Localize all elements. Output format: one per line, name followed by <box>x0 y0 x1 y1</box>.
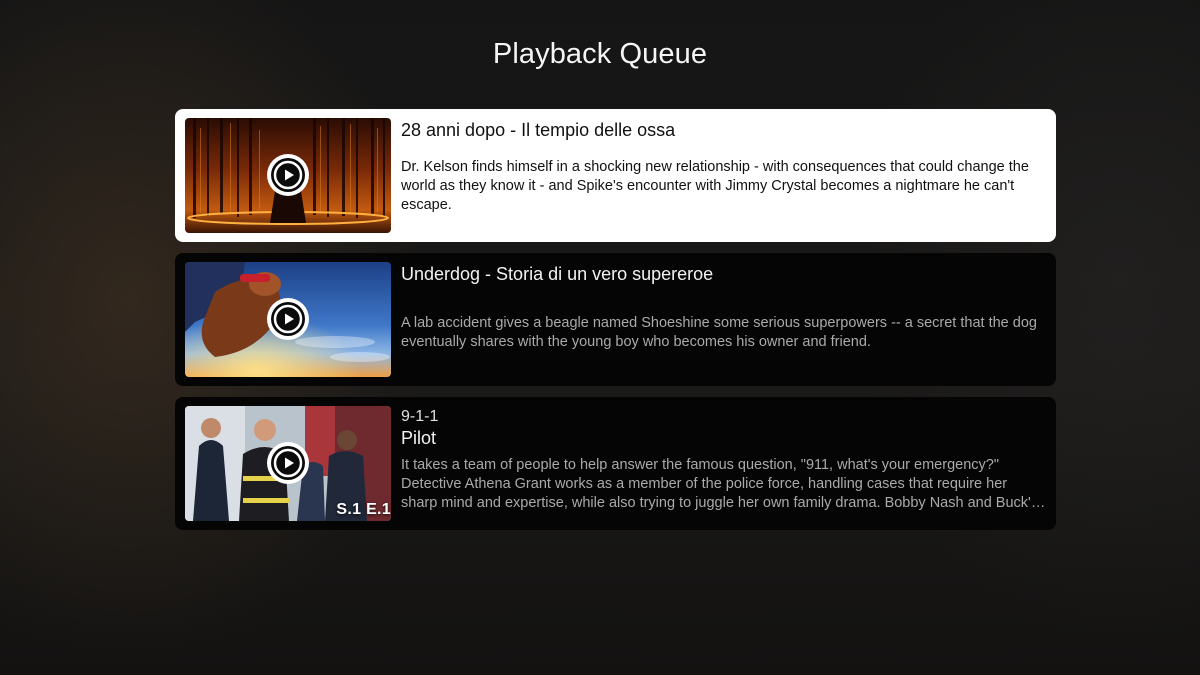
queue-item-underdog[interactable]: Underdog - Storia di un vero supereroe A… <box>175 253 1056 386</box>
item-description: Dr. Kelson finds himself in a shocking n… <box>401 159 1029 213</box>
playback-queue-list: 28 anni dopo - Il tempio delle ossa Dr. … <box>175 109 1056 541</box>
item-description: It takes a team of people to help answer… <box>401 457 1039 511</box>
queue-item-9-1-1-pilot[interactable]: S.1 E.1 9-1-1 Pilot It takes a team of p… <box>175 397 1056 530</box>
item-info: Underdog - Storia di un vero supereroe A… <box>401 263 1047 352</box>
series-title: 9-1-1 <box>401 408 439 425</box>
page-title: Playback Queue <box>492 38 708 70</box>
item-title: Underdog - Storia di un vero supereroe <box>401 264 714 284</box>
thumbnail-underdog <box>185 262 391 377</box>
queue-item-28-anni-dopo[interactable]: 28 anni dopo - Il tempio delle ossa Dr. … <box>175 109 1056 242</box>
item-info: 28 anni dopo - Il tempio delle ossa Dr. … <box>401 119 1047 215</box>
item-title: Pilot <box>401 428 437 448</box>
item-description: A lab accident gives a beagle named Shoe… <box>401 315 1037 350</box>
item-title: 28 anni dopo - Il tempio delle ossa <box>401 120 676 140</box>
thumbnail-28-anni-dopo <box>185 118 391 233</box>
episode-badge: S.1 E.1 <box>336 501 391 518</box>
item-info: 9-1-1 Pilot It takes a team of people to… <box>401 407 1047 513</box>
play-circle-icon[interactable] <box>267 298 309 340</box>
play-circle-icon[interactable] <box>267 442 309 484</box>
play-circle-icon[interactable] <box>267 154 309 196</box>
thumbnail-9-1-1: S.1 E.1 <box>185 406 391 521</box>
